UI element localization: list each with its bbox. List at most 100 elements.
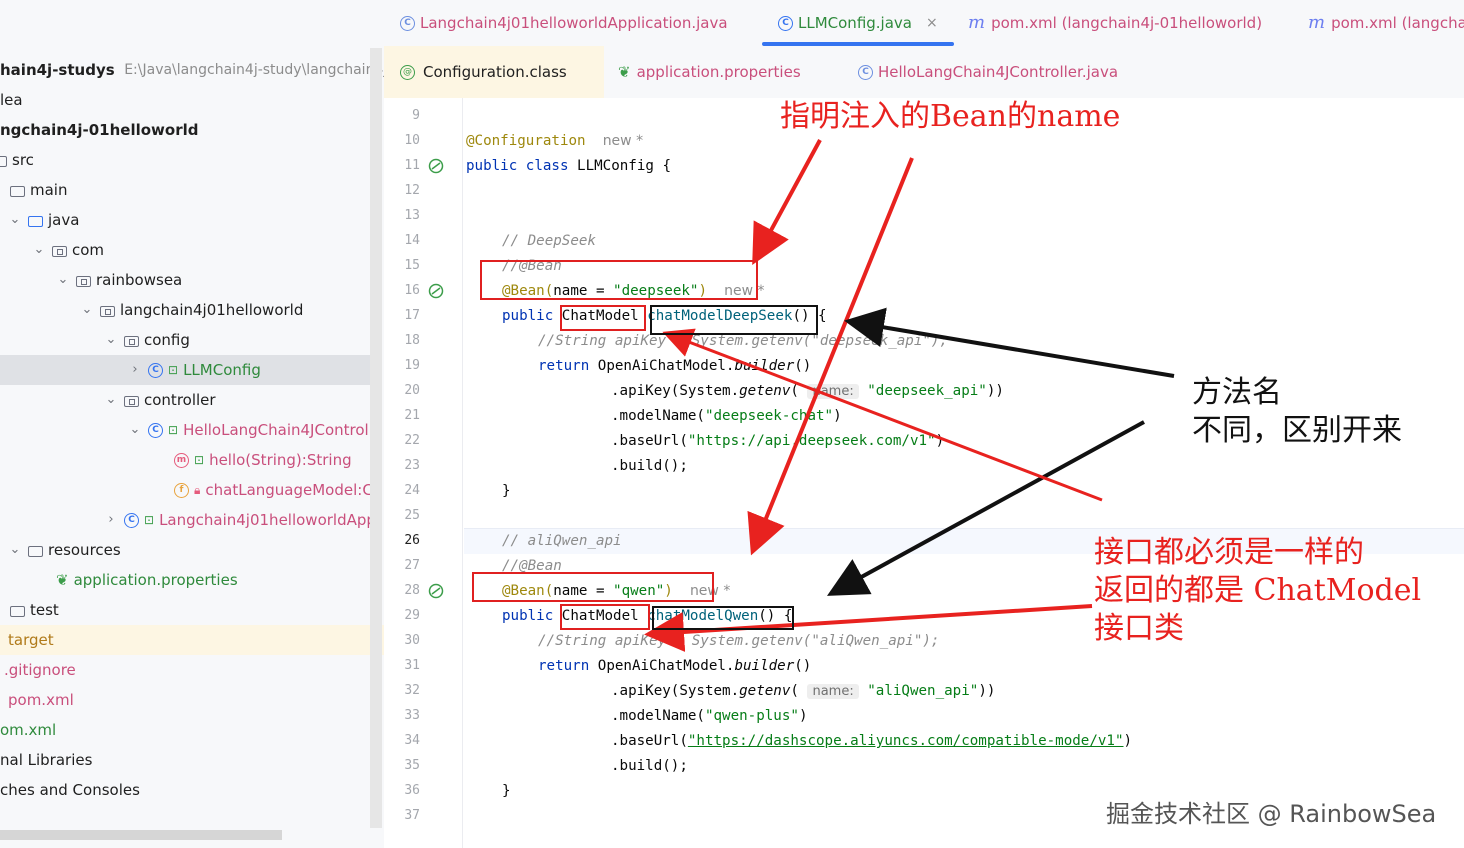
tab-configuration-class[interactable]: @ Configuration.class bbox=[400, 49, 567, 95]
tree-row-project-root[interactable]: hain4j-studys E:\Java\langchain4j-study\… bbox=[0, 55, 384, 85]
tree-label: main bbox=[30, 181, 68, 199]
tab-pom-module[interactable]: m pom.xml (langchain4j-01helloworld) bbox=[968, 0, 1262, 46]
tab-application-java[interactable]: C Langchain4j01helloworldApplication.java bbox=[400, 0, 728, 46]
code-line-21: .modelName("deepseek-chat") bbox=[611, 408, 842, 424]
chevron-down-icon[interactable]: ⌄ bbox=[8, 535, 22, 565]
line-number: 26 bbox=[404, 533, 420, 548]
code-line-36: } bbox=[502, 783, 511, 799]
code-line-29: public ChatModel chatModelQwen() { bbox=[502, 608, 793, 624]
tab-label: HelloLangChain4JController.java bbox=[878, 63, 1119, 81]
tree-label: java bbox=[48, 211, 80, 229]
tab-llmconfig-java[interactable]: C LLMConfig.java × bbox=[778, 0, 938, 46]
chevron-right-icon[interactable]: › bbox=[104, 505, 118, 535]
tree-row-hello-controller[interactable]: ⌄ C ⊡ HelloLangChain4JControll bbox=[0, 415, 373, 445]
spring-bean-gutter-icon[interactable] bbox=[428, 583, 444, 599]
project-tree-panel: hain4j-studys E:\Java\langchain4j-study\… bbox=[0, 0, 384, 848]
tree-row-hello-method[interactable]: m ⊡ hello(String):String bbox=[0, 445, 370, 475]
tree-vertical-scrollbar[interactable] bbox=[370, 48, 382, 828]
tree-row-resources[interactable]: ⌄ resources bbox=[0, 535, 370, 565]
tree-label: src bbox=[12, 151, 34, 169]
tree-row-langchain-package[interactable]: ⌄ langchain4j01helloworld bbox=[0, 295, 370, 325]
public-lock-icon: ⊡ bbox=[168, 423, 179, 437]
spring-bean-gutter-icon[interactable] bbox=[428, 158, 444, 174]
line-number: 13 bbox=[404, 208, 420, 223]
line-number: 32 bbox=[404, 683, 420, 698]
folder-icon bbox=[10, 605, 25, 617]
tree-label: resources bbox=[48, 541, 121, 559]
folder-icon bbox=[10, 185, 25, 197]
tree-label: Langchain4j01helloworldApp bbox=[159, 511, 376, 529]
tree-row-main[interactable]: main bbox=[0, 175, 370, 205]
code-line-22: .baseUrl("https://api.deepseek.com/v1") bbox=[611, 433, 945, 449]
close-icon[interactable]: × bbox=[926, 1, 938, 45]
tree-row-rainbowsea[interactable]: ⌄ rainbowsea bbox=[0, 265, 370, 295]
editor-tabs-row-2: @ Configuration.class ❦ application.proper… bbox=[384, 46, 1464, 99]
tab-application-properties[interactable]: ❦ application.properties bbox=[618, 49, 801, 95]
package-icon bbox=[100, 305, 115, 317]
tree-label: LLMConfig bbox=[183, 361, 261, 379]
folder-icon bbox=[0, 155, 7, 167]
tree-label: hain4j-studys bbox=[0, 61, 115, 79]
tree-row-chat-field[interactable]: f 🔒︎ chatLanguageModel:C bbox=[0, 475, 373, 505]
tab-label: LLMConfig.java bbox=[798, 14, 912, 32]
tab-pom-root[interactable]: m pom.xml (langcha bbox=[1308, 0, 1464, 46]
tree-row-test[interactable]: test bbox=[0, 595, 370, 625]
chevron-down-icon[interactable]: ⌄ bbox=[8, 205, 22, 235]
line-number: 37 bbox=[404, 808, 420, 823]
properties-leaf-icon: ❦ bbox=[56, 571, 69, 589]
tree-row-module[interactable]: ngchain4j-01helloworld bbox=[0, 115, 370, 145]
tree-row-src[interactable]: src bbox=[0, 145, 370, 175]
code-line-16: @Bean(name = "deepseek") new * bbox=[502, 283, 765, 299]
tree-row-target[interactable]: target bbox=[0, 625, 384, 655]
code-line-11: public class LLMConfig { bbox=[466, 158, 672, 174]
tree-row-scratches[interactable]: ches and Consoles bbox=[0, 775, 370, 805]
chevron-down-icon[interactable]: ⌄ bbox=[80, 295, 94, 325]
source-folder-icon bbox=[28, 215, 43, 227]
tree-label: rainbowsea bbox=[96, 271, 183, 289]
chevron-down-icon[interactable]: ⌄ bbox=[104, 385, 118, 415]
code-line-18: //String apiKey = System.getenv("deepsee… bbox=[538, 333, 948, 349]
tree-row-pom-root[interactable]: om.xml bbox=[0, 715, 370, 745]
code-line-28: @Bean(name = "qwen") new * bbox=[502, 583, 731, 599]
chevron-down-icon[interactable]: ⌄ bbox=[128, 415, 142, 445]
tree-row-idea[interactable]: lea bbox=[0, 85, 370, 115]
tree-label: controller bbox=[144, 391, 216, 409]
spring-boot-class-icon: C bbox=[400, 15, 415, 31]
tree-row-java[interactable]: ⌄ java bbox=[0, 205, 370, 235]
chevron-down-icon[interactable]: ⌄ bbox=[104, 325, 118, 355]
tree-row-config[interactable]: ⌄ config bbox=[0, 325, 370, 355]
chevron-down-icon[interactable]: ⌄ bbox=[56, 265, 70, 295]
tree-row-pom-module[interactable]: pom.xml bbox=[0, 685, 370, 715]
properties-leaf-icon: ❦ bbox=[618, 63, 631, 81]
tree-row-controller[interactable]: ⌄ controller bbox=[0, 385, 370, 415]
tree-row-app-properties[interactable]: ❦ application.properties bbox=[0, 565, 370, 595]
line-number: 16 bbox=[404, 283, 420, 298]
public-lock-icon: ⊡ bbox=[194, 453, 205, 467]
line-number: 11 bbox=[404, 158, 420, 173]
tree-label: lea bbox=[0, 91, 23, 109]
tree-row-gitignore[interactable]: .gitignore bbox=[0, 655, 370, 685]
code-line-26: // aliQwen_api bbox=[502, 533, 622, 549]
code-editor[interactable]: 9 10 11 12 13 14 15 16 17 18 19 20 21 22 23 24 25 26 27 28 2… bbox=[384, 98, 1464, 848]
tree-horizontal-scrollbar[interactable] bbox=[0, 830, 282, 840]
code-line-33: .modelName("qwen-plus") bbox=[611, 708, 808, 724]
code-line-15: //@Bean bbox=[502, 258, 562, 274]
tree-row-com[interactable]: ⌄ com bbox=[0, 235, 370, 265]
code-line-32: .apiKey(System.getenv( name: "aliQwen_ap… bbox=[611, 683, 996, 699]
chevron-down-icon[interactable]: ⌄ bbox=[32, 235, 46, 265]
spring-bean-gutter-icon[interactable] bbox=[428, 283, 444, 299]
line-number: 25 bbox=[404, 508, 420, 523]
tree-path: E:\Java\langchain4j-study\langchain4j- bbox=[124, 62, 384, 78]
tab-hello-controller-java[interactable]: C HelloLangChain4JController.java bbox=[858, 49, 1118, 95]
tree-row-llmconfig[interactable]: › C ⊡ LLMConfig bbox=[0, 355, 370, 385]
code-line-27: //@Bean bbox=[502, 558, 562, 574]
chevron-right-icon[interactable]: › bbox=[128, 355, 142, 385]
spring-boot-class-icon: C bbox=[124, 512, 139, 528]
line-number: 36 bbox=[404, 783, 420, 798]
tree-label: .gitignore bbox=[4, 661, 76, 679]
tree-label: hello(String):String bbox=[209, 451, 352, 469]
tree-row-external-libraries[interactable]: nal Libraries bbox=[0, 745, 370, 775]
package-icon bbox=[124, 395, 139, 407]
class-icon: C bbox=[148, 362, 163, 378]
tree-row-application[interactable]: › C ⊡ Langchain4j01helloworldApp bbox=[0, 505, 376, 535]
